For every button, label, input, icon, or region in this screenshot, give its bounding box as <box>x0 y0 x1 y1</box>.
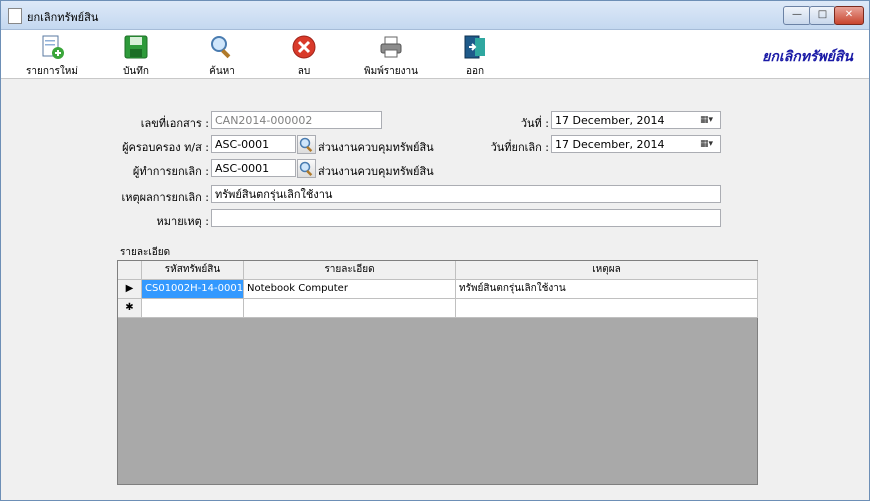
grid-cell-reason[interactable] <box>456 299 758 318</box>
custodian-label: ผู้ครอบครอง ท/ส : <box>122 141 209 154</box>
reason-field[interactable]: ทรัพย์สินตกรุ่นเลิกใช้งาน <box>211 185 721 203</box>
new-document-icon <box>42 35 64 59</box>
grid-cell-description[interactable]: Notebook Computer <box>244 280 456 299</box>
column-header-code[interactable]: รหัสทรัพย์สิน <box>142 261 244 280</box>
document-icon <box>8 8 22 24</box>
save-disk-icon <box>124 35 148 59</box>
details-grid[interactable]: รหัสทรัพย์สิน รายละเอียด เหตุผล ▶ CS0100… <box>117 260 758 485</box>
delete-x-icon <box>292 35 316 59</box>
cancel-date-label: วันที่ยกเลิก : <box>490 141 549 154</box>
doc-no-field[interactable]: CAN2014-000002 <box>211 111 382 129</box>
grid-cell-code[interactable]: CS01002H-14-0001 <box>142 280 244 299</box>
delete-label: ลบ <box>297 66 311 77</box>
maximize-button[interactable]: □ <box>809 6 836 25</box>
form-brand-title: ยกเลิกทรัพย์สิน <box>762 49 853 65</box>
print-report-button[interactable]: พิมพ์รายงาน <box>356 32 426 77</box>
date-picker[interactable]: 17 December, 2014 ▦▾ <box>551 111 721 129</box>
canceller-field[interactable]: ASC-0001 <box>211 159 296 177</box>
cancel-date-value: 17 December, 2014 <box>555 138 665 151</box>
calendar-dropdown-icon[interactable]: ▦▾ <box>700 138 718 150</box>
minimize-icon: — <box>792 9 802 20</box>
canceller-lookup-button[interactable] <box>297 159 316 178</box>
close-icon: ✕ <box>844 9 854 20</box>
row-marker-current[interactable]: ▶ <box>118 280 142 299</box>
doc-no-label: เลขที่เอกสาร : <box>140 117 209 130</box>
reason-label: เหตุผลการยกเลิก : <box>121 191 209 204</box>
canceller-label: ผู้ทำการยกเลิก : <box>132 165 209 178</box>
search-icon <box>299 161 313 177</box>
search-icon <box>299 137 313 153</box>
custodian-department: ส่วนงานควบคุมทรัพย์สิน <box>318 141 434 154</box>
delete-button[interactable]: ลบ <box>269 32 339 77</box>
exit-label: ออก <box>465 66 485 77</box>
column-header-reason[interactable]: เหตุผล <box>456 261 758 280</box>
details-group-title: รายละเอียด <box>119 245 172 260</box>
column-header-description[interactable]: รายละเอียด <box>244 261 456 280</box>
new-record-label: รายการใหม่ <box>26 66 78 77</box>
search-label: ค้นหา <box>209 66 235 77</box>
save-label: บันทึก <box>123 66 149 77</box>
date-label: วันที่ : <box>520 117 549 130</box>
calendar-dropdown-icon[interactable]: ▦▾ <box>700 114 718 126</box>
main-window: ยกเลิกทรัพย์สิน — □ ✕ รายการใหม่ บันทึก <box>0 0 870 501</box>
note-label: หมายเหตุ : <box>156 215 209 228</box>
search-button[interactable]: ค้นหา <box>187 32 257 77</box>
custodian-lookup-button[interactable] <box>297 135 316 154</box>
cancel-date-picker[interactable]: 17 December, 2014 ▦▾ <box>551 135 721 153</box>
toolbar: รายการใหม่ บันทึก ค้นหา ลบ พิมพ์รายงาน อ… <box>1 30 869 79</box>
grid-corner-header <box>118 261 142 280</box>
window-title: ยกเลิกทรัพย์สิน <box>27 11 99 24</box>
exit-button[interactable]: ออก <box>440 32 510 77</box>
canceller-department: ส่วนงานควบคุมทรัพย์สิน <box>318 165 434 178</box>
magnifier-icon <box>211 36 231 59</box>
print-report-label: พิมพ์รายงาน <box>364 66 418 77</box>
exit-door-icon <box>464 35 485 59</box>
minimize-button[interactable]: — <box>783 6 811 25</box>
row-marker-new[interactable]: ✱ <box>118 299 142 318</box>
custodian-field[interactable]: ASC-0001 <box>211 135 296 153</box>
save-button[interactable]: บันทึก <box>101 32 171 77</box>
new-record-button[interactable]: รายการใหม่ <box>17 32 87 77</box>
date-value: 17 December, 2014 <box>555 114 665 127</box>
note-field[interactable] <box>211 209 721 227</box>
grid-cell-description[interactable] <box>244 299 456 318</box>
grid-cell-code[interactable] <box>142 299 244 318</box>
title-bar: ยกเลิกทรัพย์สิน — □ ✕ <box>1 1 869 30</box>
grid-cell-reason[interactable]: ทรัพย์สินตกรุ่นเลิกใช้งาน <box>456 280 758 299</box>
close-window-button[interactable]: ✕ <box>834 6 864 25</box>
printer-icon <box>380 36 402 58</box>
maximize-icon: □ <box>817 9 828 20</box>
